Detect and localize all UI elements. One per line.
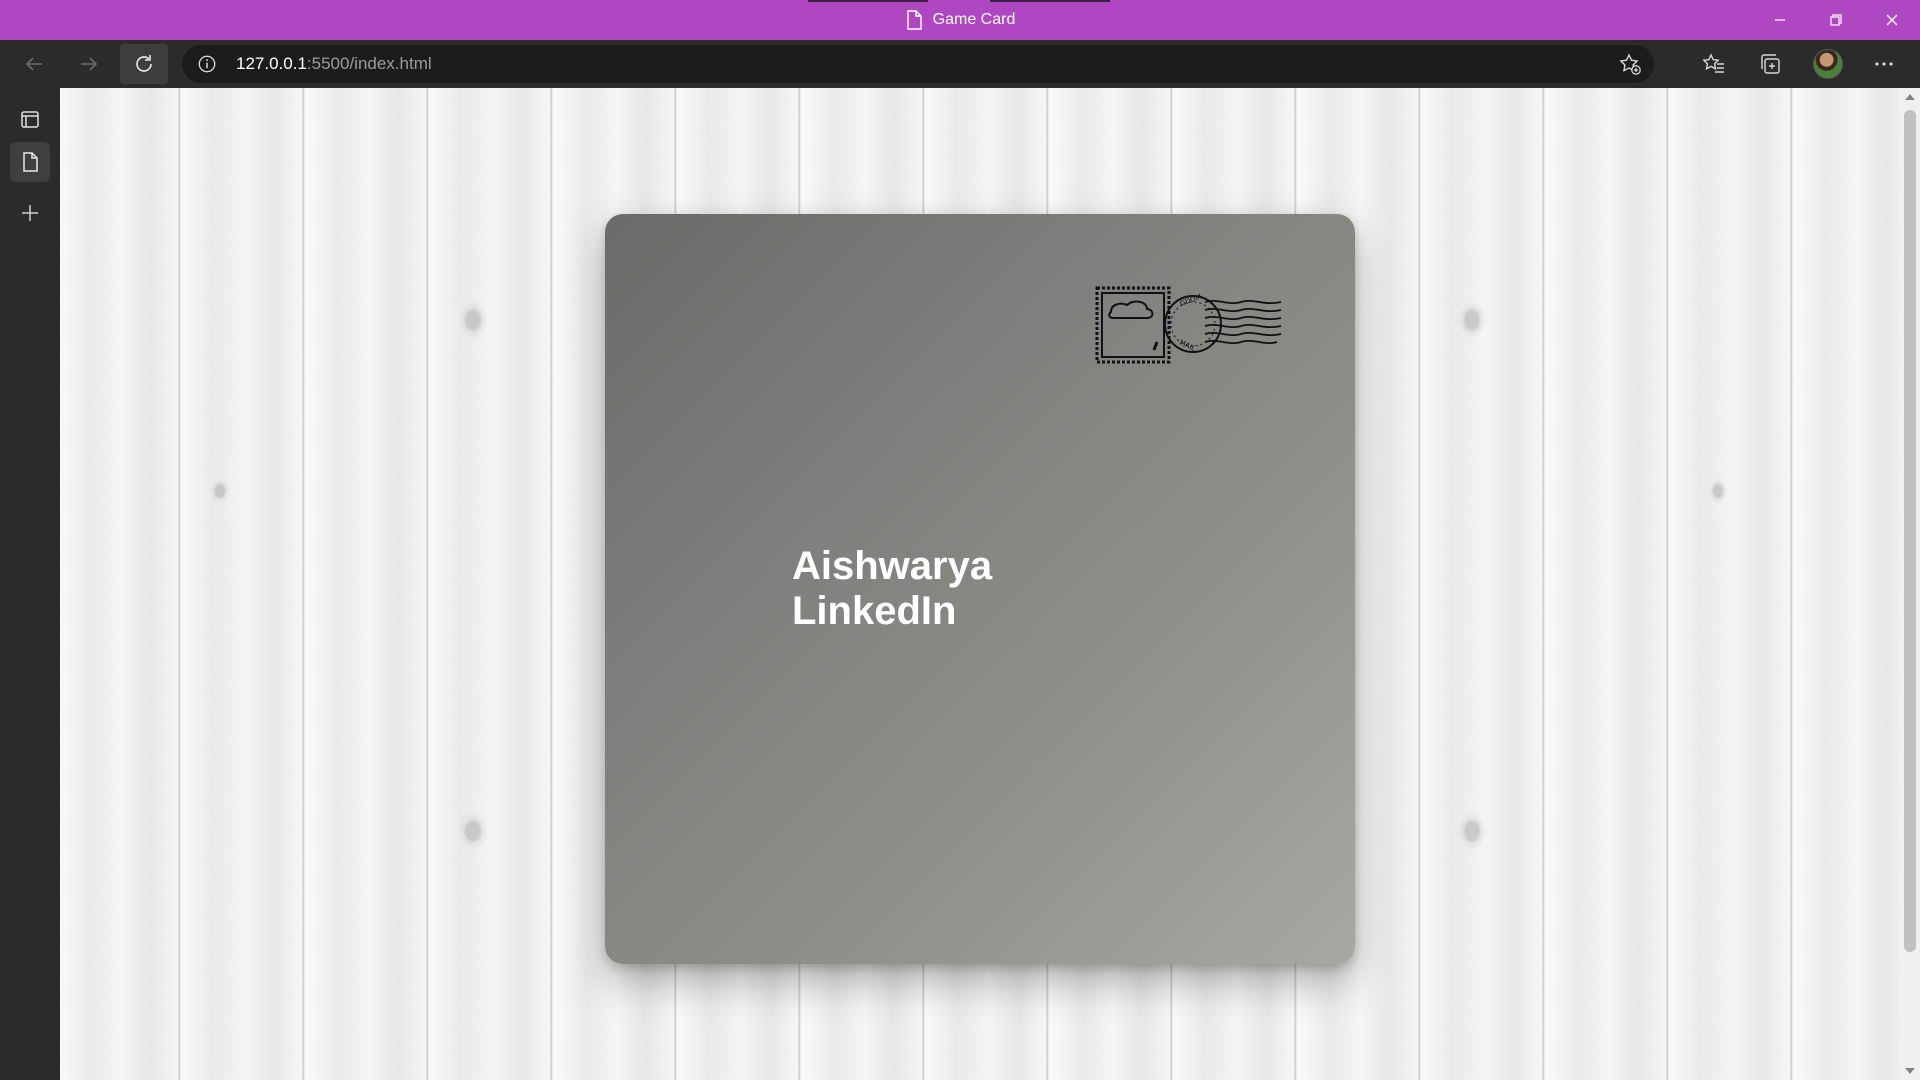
svg-text:GDOM: GDOM bbox=[1179, 293, 1203, 308]
scroll-down-icon[interactable] bbox=[1905, 1068, 1915, 1074]
plus-icon bbox=[22, 205, 38, 221]
back-button[interactable] bbox=[10, 44, 58, 84]
card-name-line2: LinkedIn bbox=[792, 589, 957, 633]
star-plus-icon[interactable] bbox=[1618, 52, 1642, 76]
card-name: Aishwarya LinkedIn bbox=[792, 544, 992, 634]
favorites-icon bbox=[1702, 53, 1724, 73]
collections-icon bbox=[1761, 54, 1780, 74]
forward-arrow-icon bbox=[81, 57, 98, 71]
refresh-button[interactable] bbox=[120, 44, 168, 84]
tab-actions-button[interactable] bbox=[10, 99, 50, 139]
info-icon[interactable] bbox=[196, 53, 218, 75]
url-path: :5500/index.html bbox=[306, 54, 432, 73]
game-card[interactable]: GDOM MAIL Aishwarya LinkedIn bbox=[605, 214, 1355, 964]
favorites-button[interactable] bbox=[1690, 44, 1738, 84]
profile-button[interactable] bbox=[1804, 44, 1852, 84]
wood-knot bbox=[458, 811, 488, 851]
url-text[interactable]: 127.0.0.1:5500/index.html bbox=[236, 54, 432, 74]
document-icon bbox=[23, 152, 38, 172]
avatar bbox=[1813, 49, 1843, 79]
restore-icon bbox=[1830, 14, 1842, 26]
more-icon bbox=[1875, 62, 1893, 66]
wood-knot bbox=[210, 478, 230, 504]
forward-button[interactable] bbox=[65, 44, 113, 84]
scrollbar-thumb[interactable] bbox=[1904, 110, 1916, 952]
close-icon bbox=[1886, 14, 1898, 26]
card-name-line1: Aishwarya bbox=[792, 544, 993, 588]
address-bar[interactable]: 127.0.0.1:5500/index.html bbox=[182, 45, 1654, 83]
minimize-button[interactable] bbox=[1752, 0, 1808, 40]
wood-knot bbox=[458, 300, 488, 340]
vertical-tab-game-card[interactable] bbox=[10, 142, 50, 182]
collections-button[interactable] bbox=[1746, 44, 1794, 84]
more-button[interactable] bbox=[1860, 44, 1908, 84]
minimize-icon bbox=[1775, 19, 1785, 21]
back-arrow-icon bbox=[25, 57, 42, 71]
vertical-scrollbar[interactable] bbox=[1900, 88, 1920, 1080]
wood-knot bbox=[1708, 478, 1728, 504]
refresh-icon bbox=[136, 55, 152, 72]
tab-actions-icon bbox=[21, 111, 39, 128]
navigation-bar: 127.0.0.1:5500/index.html bbox=[0, 40, 1920, 88]
window-title: Game Card bbox=[0, 0, 1920, 40]
wood-knot bbox=[1457, 300, 1487, 340]
document-icon bbox=[906, 10, 922, 30]
restore-button[interactable] bbox=[1808, 0, 1864, 40]
title-bar: Game Card bbox=[0, 0, 1920, 40]
vertical-tabs-sidebar bbox=[0, 88, 60, 1080]
window-title-text: Game Card bbox=[932, 11, 1016, 28]
wood-knot bbox=[1457, 811, 1487, 851]
new-tab-button[interactable] bbox=[10, 193, 50, 233]
page-viewport: GDOM MAIL Aishwarya LinkedIn bbox=[60, 88, 1920, 1080]
scroll-up-icon[interactable] bbox=[1905, 94, 1915, 100]
url-host: 127.0.0.1 bbox=[236, 54, 307, 73]
close-button[interactable] bbox=[1864, 0, 1920, 40]
postage-stamp-icon: GDOM MAIL bbox=[1095, 286, 1282, 364]
